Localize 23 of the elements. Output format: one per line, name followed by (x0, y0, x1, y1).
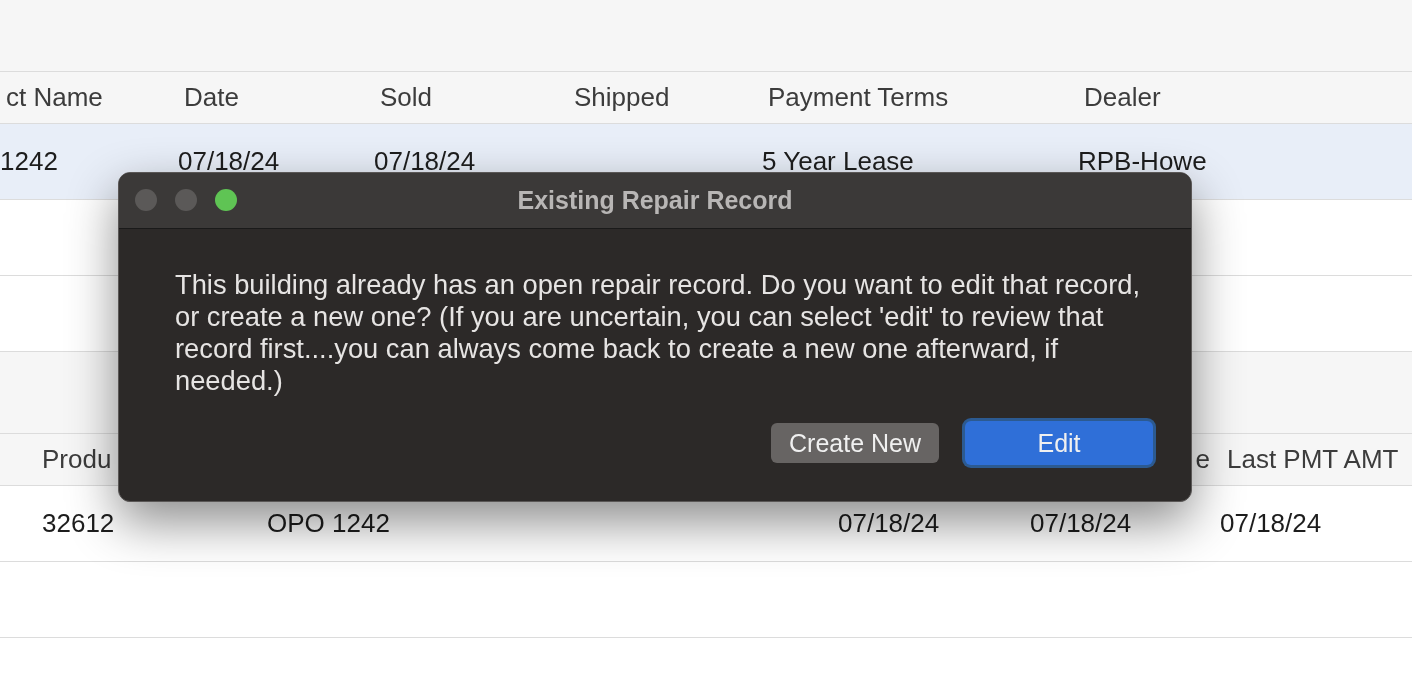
column-header[interactable]: Date (178, 82, 374, 113)
table-cell-text: RPB-Howe (1078, 146, 1208, 177)
column-header[interactable]: Last PMT AMT (1220, 444, 1412, 475)
table-cell-text: 32612 (42, 508, 116, 539)
dialog-button[interactable]: Create New (771, 423, 939, 463)
table-cell-text: OPO 1242 (267, 508, 391, 539)
table-cell-text: 1242 (0, 146, 59, 177)
table-cell-text: 07/18/24 (838, 508, 941, 539)
column-header[interactable]: Shipped (568, 82, 762, 113)
table-cell-text: 5 Year Lease (762, 146, 915, 177)
dialog-message: This building already has an open repair record. Do you want to edit that record, or create a new one? (If you are uncertain, you can select 'edit' to review that record first....you can always come back to create a new one afterward, if needed.) (175, 269, 1142, 397)
table-cell-text: 07/18/24 (374, 146, 477, 177)
close-icon[interactable] (135, 189, 157, 211)
column-header[interactable]: Payment Terms (762, 82, 1078, 113)
column-header[interactable]: Sold (374, 82, 568, 113)
column-header[interactable]: Dealer (1078, 82, 1412, 113)
column-header[interactable]: ct Name (0, 82, 178, 113)
zoom-icon[interactable] (215, 189, 237, 211)
table-cell-text: 07/18/24 (178, 146, 281, 177)
minimize-icon[interactable] (175, 189, 197, 211)
default-button[interactable]: Edit (965, 421, 1153, 465)
table-cell-text: 07/18/24 (1220, 508, 1323, 539)
table-cell-text: 07/18/24 (1030, 508, 1133, 539)
